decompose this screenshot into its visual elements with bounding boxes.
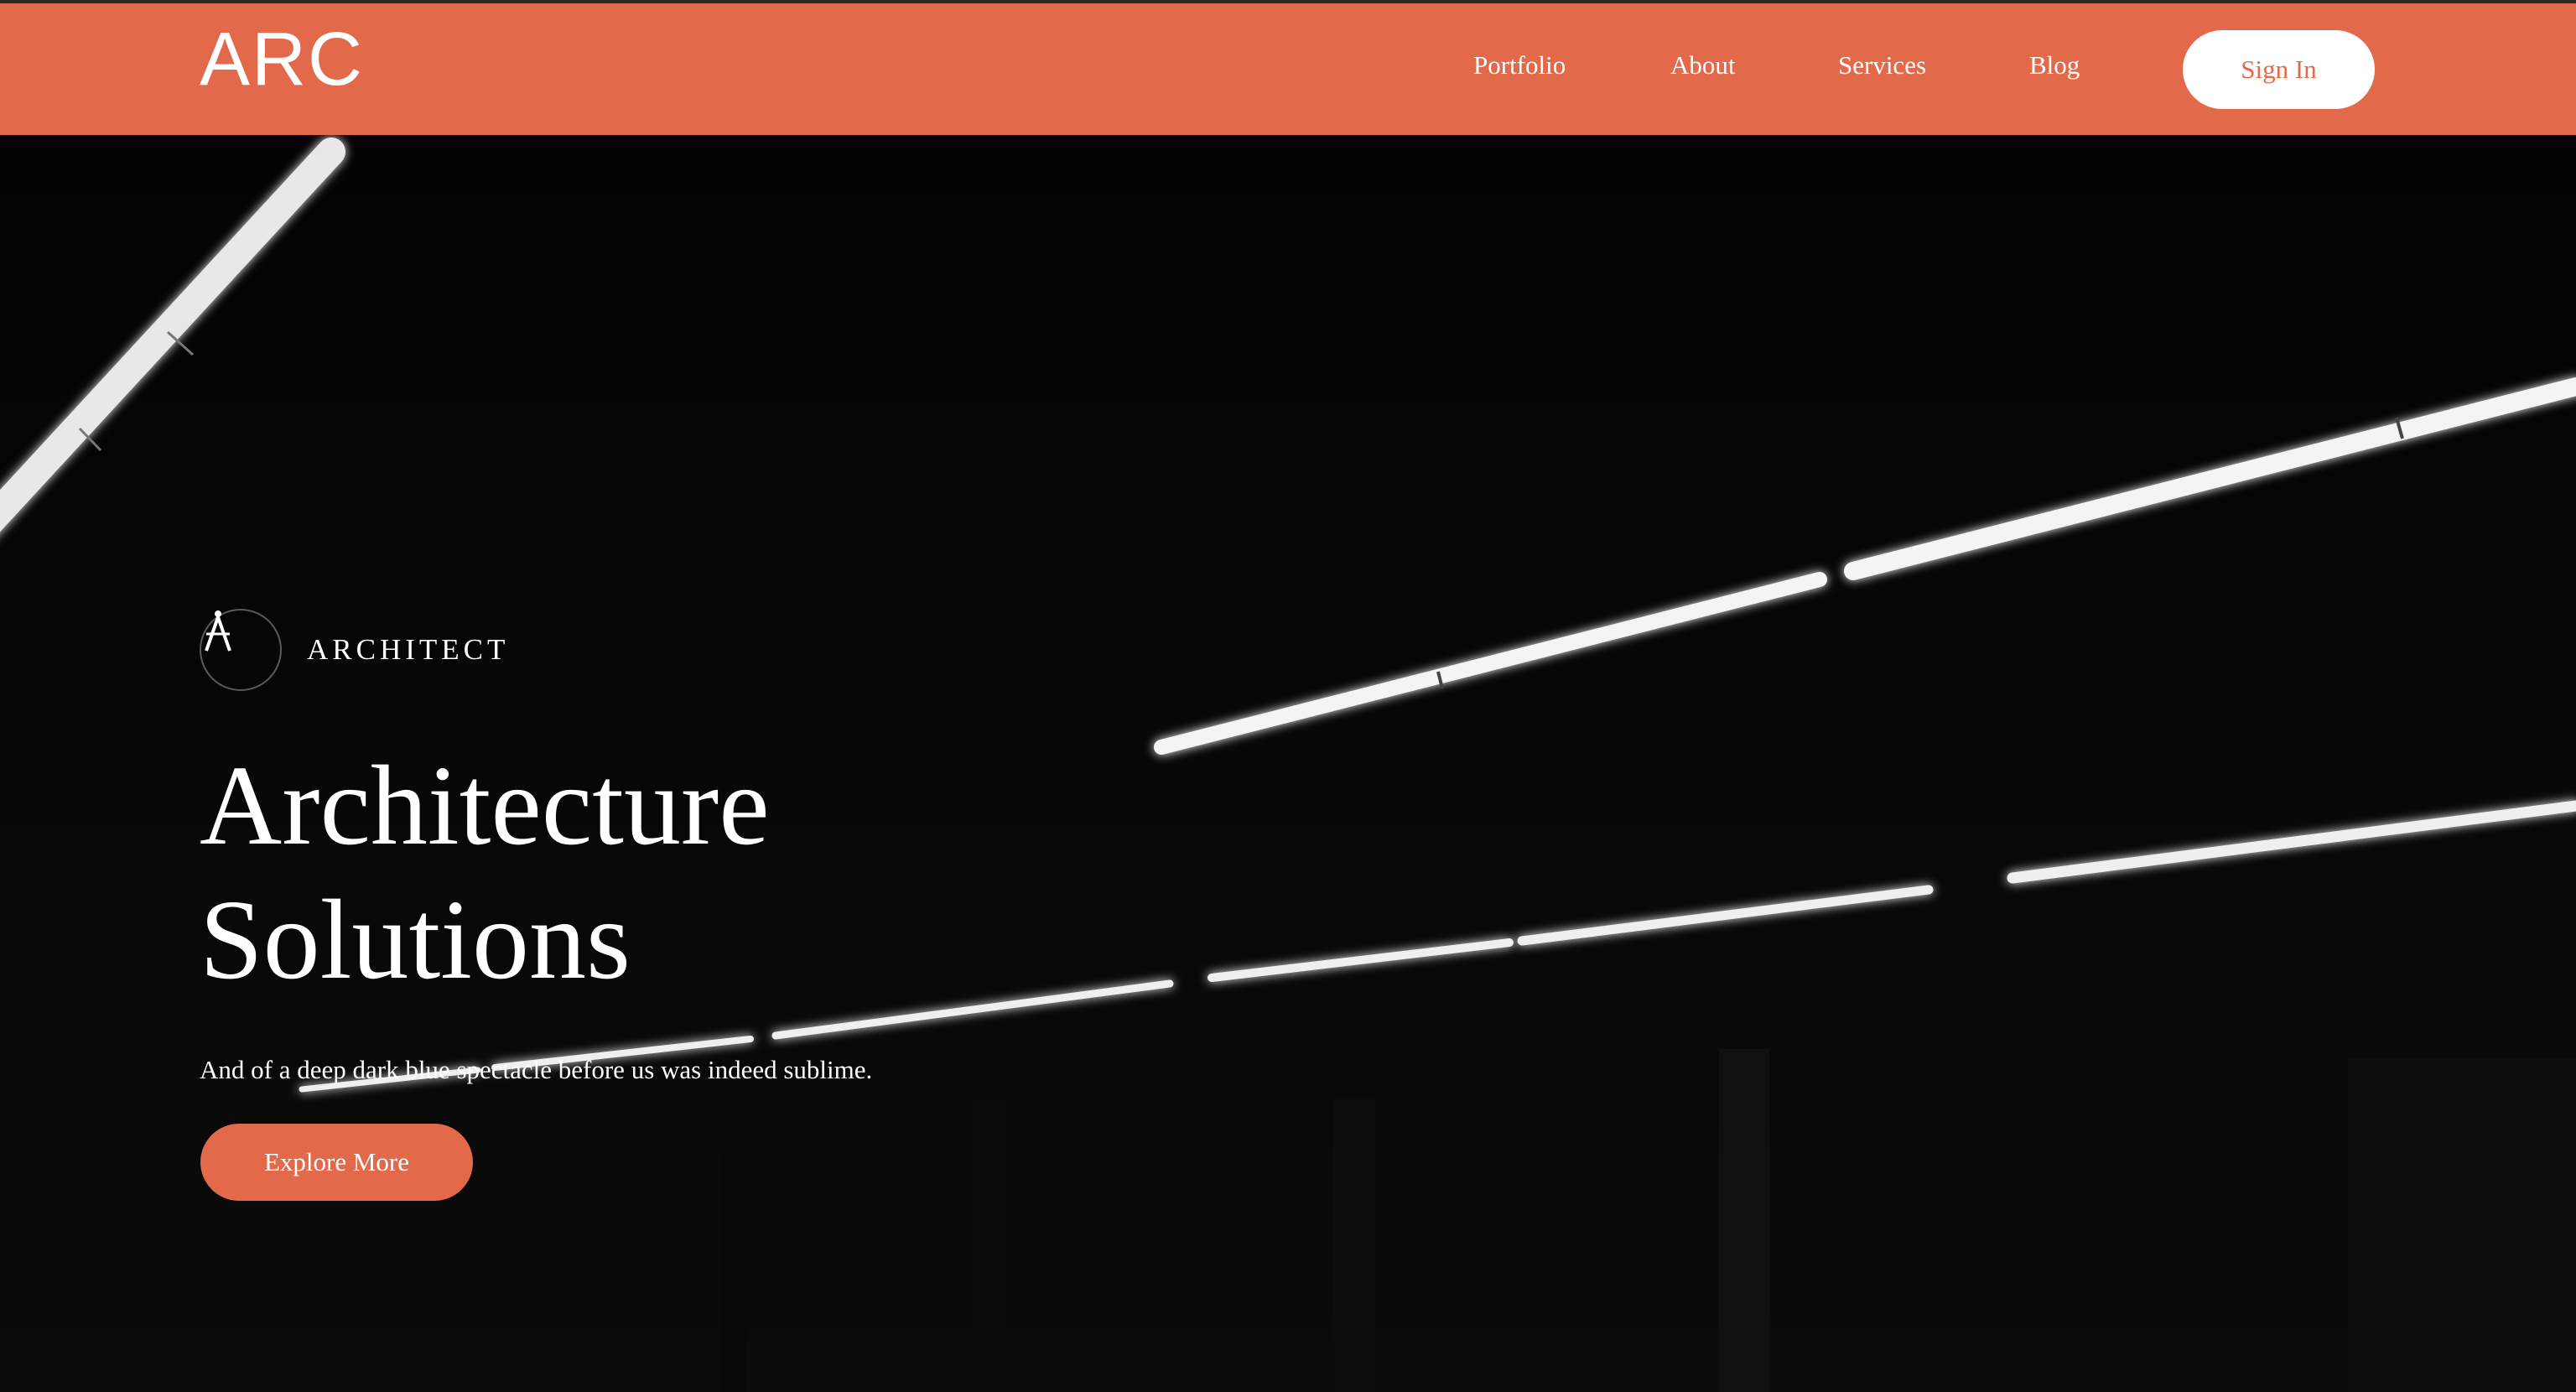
badge-label: ARCHITECT (307, 633, 510, 666)
hero-title-line1: Architecture (200, 743, 770, 869)
site-header: ARC Portfolio About Services Blog Sign I… (0, 3, 2576, 135)
nav-blog[interactable]: Blog (2029, 52, 2080, 78)
hero-title: Architecture Solutions (200, 739, 770, 1007)
architect-badge: ARCHITECT (200, 609, 509, 691)
top-border (0, 0, 2576, 3)
nav-about[interactable]: About (1670, 52, 1736, 78)
nav-services[interactable]: Services (1838, 52, 1926, 78)
explore-more-button[interactable]: Explore More (200, 1124, 473, 1201)
hero-section: ARCHITECT Architecture Solutions And of … (0, 135, 2576, 1392)
hero-subtitle: And of a deep dark blue spectacle before… (200, 1055, 873, 1084)
logo[interactable]: ARC (200, 22, 364, 97)
sign-in-button[interactable]: Sign In (2183, 30, 2375, 109)
nav-portfolio[interactable]: Portfolio (1473, 52, 1566, 78)
hero-title-line2: Solutions (200, 877, 631, 1003)
compass-icon (200, 609, 282, 691)
